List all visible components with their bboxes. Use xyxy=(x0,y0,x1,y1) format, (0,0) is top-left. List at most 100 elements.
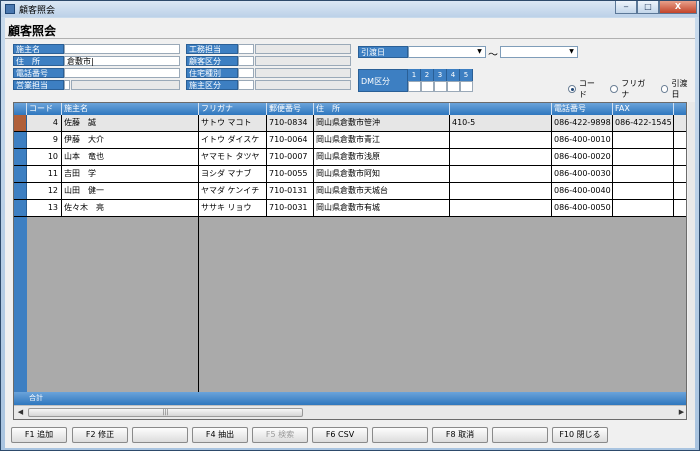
cell-code: 4 xyxy=(27,115,62,131)
radio-selected-icon[interactable] xyxy=(568,85,576,93)
table-row[interactable]: 12 山田 健一 ヤマダ ケンイチ 710-0131 岡山県倉敷市天城台 086-400-… xyxy=(14,183,686,200)
owner-type-code[interactable] xyxy=(238,80,254,90)
f4-extract-button[interactable]: F4 抽出 xyxy=(192,427,248,443)
house-type-code[interactable] xyxy=(238,68,254,78)
sales-rep-label: 営業担当 xyxy=(13,80,64,90)
maximize-button[interactable]: □ xyxy=(637,1,659,14)
row-header-corner xyxy=(14,103,27,115)
row-header-cell[interactable] xyxy=(14,132,27,148)
cell-extra[interactable] xyxy=(674,166,686,182)
column-header-zip[interactable]: 郵便番号 xyxy=(267,103,314,115)
column-header-fax[interactable]: FAX xyxy=(613,103,674,115)
owner-name-label: 施主名 xyxy=(13,44,64,54)
vertical-scrollbar[interactable] xyxy=(688,102,695,420)
table-row[interactable]: 9 伊藤 大介 イトウ ダイスケ 710-0064 岡山県倉敷市青江 086-400-00… xyxy=(14,132,686,149)
cell-name: 山本 竜也 xyxy=(62,149,199,165)
row-header-cell[interactable] xyxy=(14,149,27,165)
radio-icon[interactable] xyxy=(610,85,619,93)
row-header-cell[interactable] xyxy=(14,166,27,182)
dm-category-label: DM区分 xyxy=(358,69,408,92)
cell-address2 xyxy=(450,183,552,199)
handover-date-to[interactable]: ▼ xyxy=(500,46,578,58)
dm-input-2[interactable] xyxy=(421,81,434,92)
sort-by-kana-label: フリガナ xyxy=(621,79,646,99)
chevron-down-icon[interactable]: ▼ xyxy=(475,48,484,56)
cell-kana: ヨシダ マナブ xyxy=(199,166,267,182)
f2-edit-button[interactable]: F2 修正 xyxy=(72,427,128,443)
cell-extra[interactable] xyxy=(674,115,686,131)
table-row[interactable]: 4 佐藤 誠サトウ マコト 710-0834 岡山県倉敷市笹沖 410-5 086-422… xyxy=(14,115,686,132)
sort-by-code-label: コード xyxy=(578,79,595,99)
cell-address: 岡山県倉敷市天城台 xyxy=(314,183,450,199)
cell-phone: 086-400-0050 xyxy=(552,200,613,216)
scrollbar-thumb[interactable]: ||| xyxy=(28,408,303,417)
cell-fax: 086-422-1545 xyxy=(613,115,674,131)
table-row[interactable]: 10 山本 竜也 ヤマモト タツヤ 710-0007 岡山県倉敷市浅原 086-400-0… xyxy=(14,149,686,166)
dm-input-5[interactable] xyxy=(460,81,473,92)
dm-number: 5 xyxy=(460,69,473,81)
cell-extra[interactable] xyxy=(674,132,686,148)
phone-label: 電話番号 xyxy=(13,68,64,78)
f3-button[interactable] xyxy=(132,427,188,443)
sort-by-handover-date[interactable]: 引渡日 xyxy=(660,78,695,100)
address-field[interactable]: 倉敷市| xyxy=(64,56,180,66)
table-row[interactable]: 11 吉田 学ヨシダ マナブ 710-0055 岡山県倉敷市阿知 086-400-003… xyxy=(14,166,686,183)
f9-button[interactable] xyxy=(492,427,548,443)
sort-by-code[interactable]: コード xyxy=(568,78,602,100)
dm-input-4[interactable] xyxy=(447,81,460,92)
column-header-kana[interactable]: フリガナ xyxy=(199,103,267,115)
sort-options: コード フリガナ 引渡日 xyxy=(568,78,695,100)
dm-number: 1 xyxy=(408,69,421,81)
function-key-bar: F1 追加 F2 修正 F4 抽出 F5 検索 F6 CSV F8 取消 F10… xyxy=(5,425,695,448)
cell-extra[interactable] xyxy=(674,200,686,216)
cell-zip: 710-0007 xyxy=(267,149,314,165)
column-header-extra[interactable] xyxy=(674,103,686,115)
row-header-cell[interactable] xyxy=(14,183,27,199)
column-header-code[interactable]: コード xyxy=(27,103,62,115)
scroll-left-icon[interactable]: ◀ xyxy=(14,407,27,418)
customer-grid: コード 施主名 フリガナ 郵便番号 住 所 電話番号 FAX 4 佐藤 誠サトウ … xyxy=(13,102,687,420)
construction-rep-code[interactable] xyxy=(238,44,254,54)
page-title: 顧客照会 xyxy=(8,24,57,38)
column-header-name[interactable]: 施主名 xyxy=(62,103,199,115)
scroll-right-icon[interactable]: ▶ xyxy=(675,407,686,418)
cell-fax xyxy=(613,183,674,199)
cell-extra[interactable] xyxy=(674,149,686,165)
radio-icon[interactable] xyxy=(660,85,669,93)
column-header-phone[interactable]: 電話番号 xyxy=(552,103,613,115)
sales-rep-code-field[interactable] xyxy=(64,80,70,90)
cell-extra[interactable] xyxy=(674,183,686,199)
f7-button[interactable] xyxy=(372,427,428,443)
dm-input-3[interactable] xyxy=(434,81,447,92)
chevron-down-icon[interactable]: ▼ xyxy=(567,48,576,56)
column-header-address2[interactable] xyxy=(450,103,552,115)
horizontal-scrollbar[interactable]: ◀ ||| ▶ xyxy=(14,405,686,419)
sort-by-kana[interactable]: フリガナ xyxy=(610,78,652,100)
cell-code: 9 xyxy=(27,132,62,148)
dm-input-1[interactable] xyxy=(408,81,421,92)
table-row[interactable]: 13 佐々木 亮ササキ リョウ 710-0031 岡山県倉敷市有城 086-400-00… xyxy=(14,200,686,217)
cell-address: 岡山県倉敷市笹沖 xyxy=(314,115,450,131)
f1-add-button[interactable]: F1 追加 xyxy=(11,427,67,443)
f8-cancel-button[interactable]: F8 取消 xyxy=(432,427,488,443)
close-button[interactable]: X xyxy=(659,1,697,14)
row-header-cell[interactable] xyxy=(14,200,27,216)
cell-zip: 710-0834 xyxy=(267,115,314,131)
owner-name-field[interactable] xyxy=(64,44,180,54)
f6-csv-button[interactable]: F6 CSV xyxy=(312,427,368,443)
sort-by-handover-date-label: 引渡日 xyxy=(671,79,688,99)
window-controls: ‒ □ X xyxy=(615,1,697,15)
cell-fax xyxy=(613,132,674,148)
sales-rep-name-field xyxy=(71,80,180,90)
cell-zip: 710-0031 xyxy=(267,200,314,216)
handover-date-from[interactable]: ▼ xyxy=(408,46,486,58)
row-header-cell[interactable] xyxy=(14,115,27,131)
cell-address: 岡山県倉敷市阿知 xyxy=(314,166,450,182)
phone-field[interactable] xyxy=(64,68,180,78)
column-header-address[interactable]: 住 所 xyxy=(314,103,450,115)
f5-search-button[interactable]: F5 検索 xyxy=(252,427,308,443)
minimize-button[interactable]: ‒ xyxy=(615,1,637,14)
customer-type-code[interactable] xyxy=(238,56,254,66)
cell-fax xyxy=(613,149,674,165)
f10-close-button[interactable]: F10 閉じる xyxy=(552,427,608,443)
